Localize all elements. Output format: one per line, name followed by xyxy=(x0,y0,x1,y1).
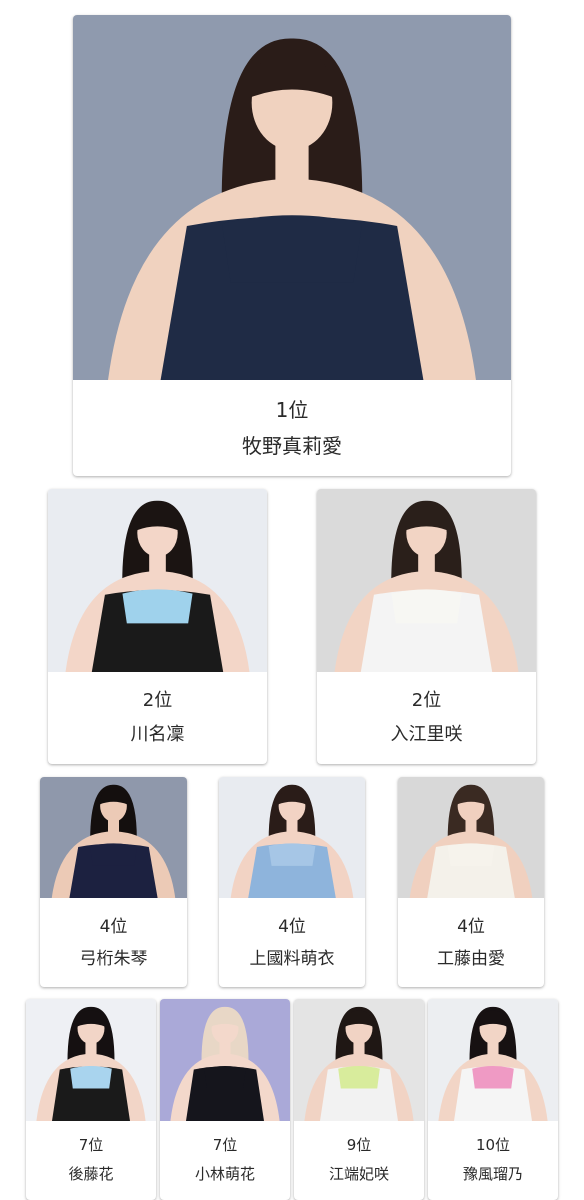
card-caption: 1位 牧野真莉愛 xyxy=(73,380,511,476)
card-caption: 4位 工藤由愛 xyxy=(398,898,544,987)
ranking-card-4[interactable]: 4位 弓桁朱琴 xyxy=(40,777,187,987)
portrait-image xyxy=(428,999,558,1121)
top-shape xyxy=(221,215,363,283)
member-photo xyxy=(160,999,290,1121)
card-caption: 7位 小林萌花 xyxy=(160,1121,290,1200)
ranking-card-1[interactable]: 1位 牧野真莉愛 xyxy=(73,15,511,476)
rank-label: 2位 xyxy=(411,690,442,711)
portrait-image xyxy=(40,777,187,898)
member-name: 川名凜 xyxy=(130,724,185,745)
top-shape xyxy=(391,589,462,624)
member-photo xyxy=(317,489,536,672)
rank-label: 10位 xyxy=(475,1136,511,1154)
member-name: 江端妃咲 xyxy=(328,1165,389,1183)
rank-label: 9位 xyxy=(346,1136,372,1154)
member-name: 豫風瑠乃 xyxy=(462,1165,523,1183)
ranking-card-6[interactable]: 4位 工藤由愛 xyxy=(398,777,544,987)
top-shape xyxy=(89,843,138,866)
member-photo xyxy=(40,777,187,898)
member-photo xyxy=(398,777,544,898)
member-photo xyxy=(26,999,156,1121)
ranking-card-7[interactable]: 7位 後藤花 xyxy=(26,999,156,1200)
member-photo xyxy=(294,999,424,1121)
member-name: 牧野真莉愛 xyxy=(242,434,342,458)
rank-label: 4位 xyxy=(278,916,306,937)
portrait-image xyxy=(398,777,544,898)
rank-label: 4位 xyxy=(457,916,485,937)
portrait-image xyxy=(73,15,511,380)
ranking-card-10[interactable]: 10位 豫風瑠乃 xyxy=(428,999,558,1200)
rank-label: 2位 xyxy=(142,690,173,711)
card-caption: 7位 後藤花 xyxy=(26,1121,156,1200)
rank-label: 7位 xyxy=(212,1136,238,1154)
ranking-card-5[interactable]: 4位 上國料萌衣 xyxy=(219,777,365,987)
portrait-image xyxy=(317,489,536,672)
rank-label: 7位 xyxy=(78,1136,104,1154)
top-shape xyxy=(204,1065,246,1089)
member-name: 上國料萌衣 xyxy=(249,948,335,969)
portrait-image xyxy=(294,999,424,1121)
rank-label: 1位 xyxy=(275,398,309,422)
card-caption: 9位 江端妃咲 xyxy=(294,1121,424,1200)
member-photo xyxy=(428,999,558,1121)
member-name: 入江里咲 xyxy=(390,724,463,745)
ranking-card-9[interactable]: 9位 江端妃咲 xyxy=(294,999,424,1200)
card-caption: 4位 弓桁朱琴 xyxy=(40,898,187,987)
ranking-card-8[interactable]: 7位 小林萌花 xyxy=(160,999,290,1200)
top-shape xyxy=(447,843,495,866)
member-photo xyxy=(73,15,511,380)
rank-label: 4位 xyxy=(99,916,128,937)
member-name: 工藤由愛 xyxy=(437,948,505,969)
top-shape xyxy=(338,1065,380,1089)
member-name: 後藤花 xyxy=(68,1165,114,1183)
member-name: 弓桁朱琴 xyxy=(79,948,148,969)
portrait-image xyxy=(26,999,156,1121)
ranking-card-3[interactable]: 2位 入江里咲 xyxy=(317,489,536,764)
card-caption: 10位 豫風瑠乃 xyxy=(428,1121,558,1200)
ranking-card-2[interactable]: 2位 川名凜 xyxy=(48,489,267,764)
portrait-image xyxy=(48,489,267,672)
portrait-image xyxy=(219,777,365,898)
card-caption: 2位 川名凜 xyxy=(48,672,267,764)
card-caption: 4位 上國料萌衣 xyxy=(219,898,365,987)
top-shape xyxy=(70,1065,112,1089)
portrait-image xyxy=(160,999,290,1121)
card-caption: 2位 入江里咲 xyxy=(317,672,536,764)
top-shape xyxy=(268,843,316,866)
top-shape xyxy=(122,589,193,624)
top-shape xyxy=(472,1065,514,1089)
member-name: 小林萌花 xyxy=(194,1165,255,1183)
member-photo xyxy=(48,489,267,672)
member-photo xyxy=(219,777,365,898)
